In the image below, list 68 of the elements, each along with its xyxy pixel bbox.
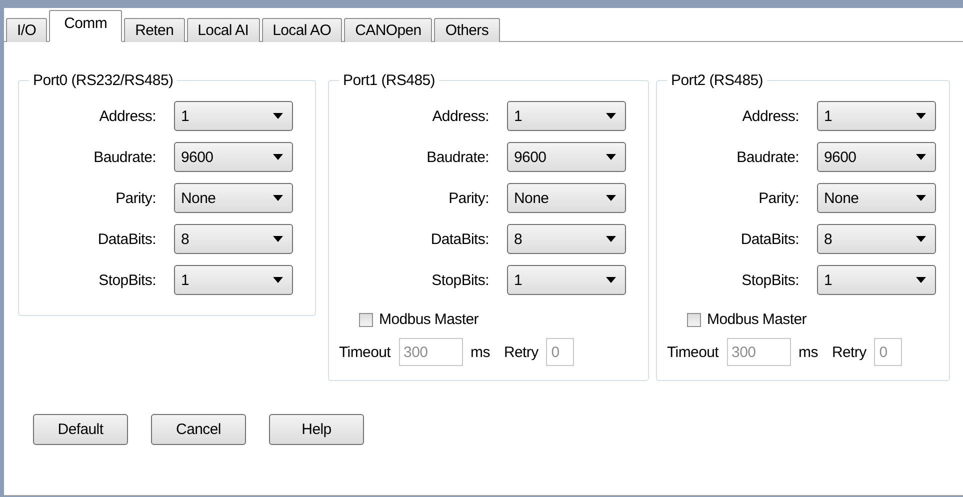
dropdown[interactable]: 9600: [174, 142, 293, 172]
dialog-button[interactable]: Help: [269, 414, 364, 445]
field-label: StopBits:: [740, 272, 799, 288]
field-label: DataBits:: [96, 230, 156, 248]
dropdown[interactable]: None: [174, 183, 293, 213]
dropdown[interactable]: 1: [174, 101, 293, 131]
field-label: Retry: [504, 344, 538, 360]
caret-icon: [916, 277, 926, 283]
field-label: Baudrate:: [94, 148, 156, 166]
tab[interactable]: Comm: [49, 10, 122, 42]
unit-label: ms: [470, 344, 490, 360]
field-label: Address:: [431, 108, 489, 124]
checkbox-label: Modbus Master: [707, 311, 806, 328]
field-label: Parity:: [448, 190, 489, 206]
field-label: Parity:: [114, 190, 156, 206]
dropdown[interactable]: 8: [817, 224, 936, 254]
dropdown[interactable]: 9600: [817, 142, 936, 172]
field-label: Baudrate:: [426, 148, 489, 166]
field-label: StopBits:: [98, 272, 156, 288]
tab[interactable]: CANOpen: [344, 18, 432, 42]
caret-icon: [273, 236, 283, 242]
caret-icon: [916, 195, 926, 201]
field-label: DataBits:: [740, 230, 799, 248]
dropdown[interactable]: 1: [507, 101, 626, 131]
dropdown[interactable]: 8: [507, 224, 626, 254]
tab[interactable]: I/O: [6, 18, 48, 42]
dropdown[interactable]: None: [817, 183, 936, 213]
dropdown[interactable]: 9600: [507, 142, 626, 172]
tab[interactable]: Local AI: [186, 18, 260, 42]
checkbox-label: Modbus Master: [379, 311, 478, 328]
dialog-button[interactable]: Default: [33, 414, 128, 445]
field-label: Retry: [832, 344, 866, 360]
tab[interactable]: Others: [434, 18, 500, 42]
field-label: Baudrate:: [736, 148, 799, 166]
checkbox[interactable]: [359, 312, 373, 326]
caret-icon: [916, 236, 926, 242]
tab[interactable]: Local AO: [262, 18, 342, 42]
group-title: Port0 (RS232/RS485): [29, 72, 178, 89]
field-label: DataBits:: [430, 230, 489, 248]
caret-icon: [606, 236, 616, 242]
dropdown[interactable]: 1: [817, 101, 936, 131]
field-label: Timeout: [667, 344, 719, 360]
caret-icon: [273, 113, 283, 119]
caret-icon: [273, 195, 283, 201]
dropdown[interactable]: 1: [817, 265, 936, 295]
checkbox[interactable]: [687, 312, 701, 326]
unit-label: ms: [798, 344, 818, 360]
tab[interactable]: Reten: [124, 18, 185, 42]
dialog-button[interactable]: Cancel: [151, 414, 246, 445]
caret-icon: [916, 113, 926, 119]
caret-icon: [606, 277, 616, 283]
group-title: Port1 (RS485): [339, 72, 439, 89]
field-label: StopBits:: [430, 272, 489, 288]
dropdown[interactable]: 1: [174, 265, 293, 295]
dropdown[interactable]: 1: [507, 265, 626, 295]
field-label: Parity:: [758, 190, 799, 206]
dropdown[interactable]: 8: [174, 224, 293, 254]
field-label: Timeout: [339, 344, 391, 360]
caret-icon: [606, 195, 616, 201]
dropdown[interactable]: None: [507, 183, 626, 213]
group-title: Port2 (RS485): [667, 72, 767, 89]
field-label: Address:: [98, 108, 156, 124]
caret-icon: [273, 154, 283, 160]
field-label: Address:: [741, 108, 799, 124]
caret-icon: [606, 154, 616, 160]
caret-icon: [916, 154, 926, 160]
caret-icon: [606, 113, 616, 119]
caret-icon: [273, 277, 283, 283]
